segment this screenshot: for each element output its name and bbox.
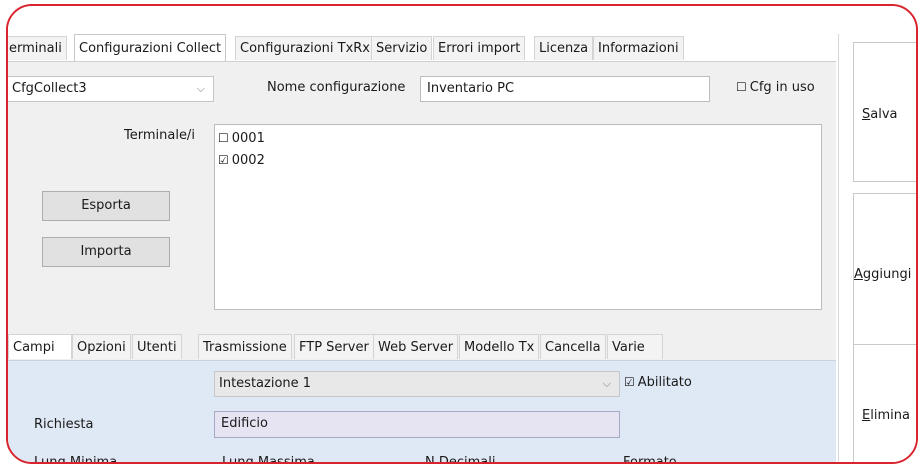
richiesta-label: Richiesta	[34, 417, 94, 432]
lung-massima-label: Lung.Massima	[222, 455, 315, 464]
richiesta-input[interactable]: Edificio	[214, 411, 620, 438]
aggiungi-button[interactable]: Aggiungi	[853, 193, 916, 358]
n-decimali-label: N.Decimali	[425, 455, 496, 464]
tab-varie[interactable]: Varie	[607, 334, 663, 359]
tab-utenti[interactable]: Utenti	[132, 334, 182, 359]
title-bar	[8, 6, 916, 34]
action-column: Salva Aggiungi Elimina	[838, 34, 916, 462]
tab-licenza[interactable]: Licenza	[534, 36, 594, 60]
abilitato-checkbox[interactable]: ☑ Abilitato	[624, 375, 692, 390]
chevron-down-icon: ⌵	[602, 377, 611, 390]
nome-configurazione-input[interactable]: Inventario PC	[420, 76, 710, 102]
list-item[interactable]: ☑ 0002	[218, 153, 265, 168]
cfg-in-uso-checkbox[interactable]: ☐ Cfg in uso	[736, 80, 815, 95]
esporta-button[interactable]: Esporta	[42, 191, 170, 221]
tab-servizio[interactable]: Servizio	[371, 36, 433, 60]
intestazione-select[interactable]: Intestazione 1 ⌵	[214, 371, 620, 397]
terminali-label: Terminale/i	[124, 128, 195, 143]
checkbox-checked-icon: ☑	[218, 153, 229, 167]
tab-configurazioni-txrx[interactable]: Configurazioni TxRx	[235, 36, 375, 60]
config-select[interactable]: CfgCollect3 ⌵	[8, 76, 214, 102]
elimina-button[interactable]: Elimina	[853, 344, 916, 462]
campi-panel: Intestazione 1 ⌵ ☑ Abilitato Richiesta Ed…	[8, 360, 836, 464]
nome-configurazione-label: Nome configurazione	[267, 80, 406, 95]
tab-errori-import[interactable]: Errori import	[433, 36, 526, 60]
tab-configurazioni-collect[interactable]: Configurazioni Collect	[74, 34, 227, 61]
tab-informazioni[interactable]: Informazioni	[593, 36, 684, 60]
terminali-list[interactable]: ☐ 0001 ☑ 0002	[214, 124, 822, 310]
tab-web-server[interactable]: Web Server	[373, 334, 459, 359]
checkbox-unchecked-icon: ☐	[736, 80, 747, 94]
tab-modello-tx[interactable]: Modello Tx	[459, 334, 540, 359]
tab-opzioni[interactable]: Opzioni	[72, 334, 131, 359]
checkbox-unchecked-icon: ☐	[218, 131, 229, 145]
salva-button[interactable]: Salva	[853, 42, 916, 182]
checkbox-checked-icon: ☑	[624, 375, 635, 389]
tab-ftp-server[interactable]: FTP Server	[294, 334, 374, 359]
tab-terminali[interactable]: erminali	[8, 36, 67, 60]
chevron-down-icon: ⌵	[196, 82, 205, 95]
list-item[interactable]: ☐ 0001	[218, 131, 265, 146]
lung-minima-label: Lung.Minima	[34, 455, 118, 464]
tab-cancella[interactable]: Cancella	[540, 334, 606, 359]
app-window: erminali Configurazioni Collect Configur…	[6, 4, 918, 464]
tab-campi[interactable]: Campi	[8, 334, 72, 359]
tab-trasmissione[interactable]: Trasmissione	[198, 334, 292, 359]
importa-button[interactable]: Importa	[42, 237, 170, 267]
formato-label: Formato	[623, 455, 677, 464]
